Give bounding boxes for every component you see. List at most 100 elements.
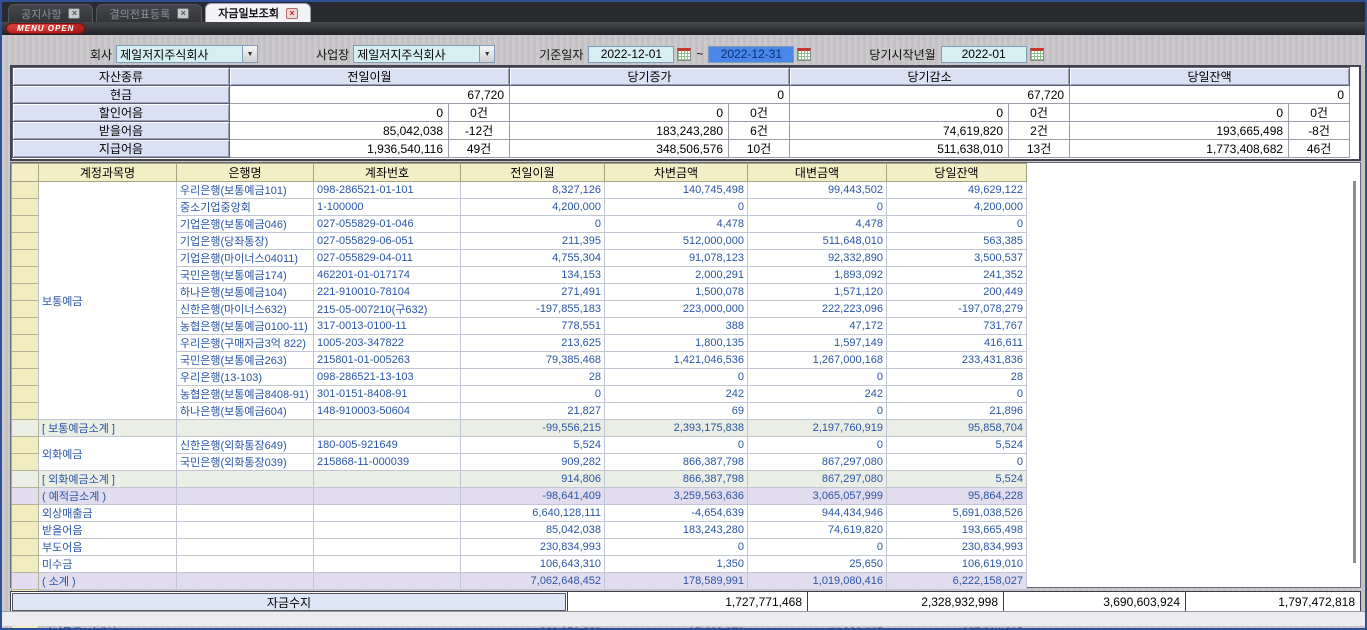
chevron-down-icon[interactable]: ▼: [242, 46, 257, 62]
prev-balance-cell: 7,062,648,452: [461, 573, 605, 590]
grid-row[interactable]: 보통예금우리은행(보통예금101)098-286521-01-1018,327,…: [12, 182, 1027, 199]
bank-name-cell: [177, 539, 314, 556]
bank-name-cell: [177, 556, 314, 573]
summary-row[interactable]: 할인어음00건00건00건00건: [13, 104, 1350, 122]
row-indicator[interactable]: [12, 233, 39, 250]
row-indicator[interactable]: [12, 454, 39, 471]
grid-row[interactable]: ( 예적금소계 )-98,641,4093,259,563,6363,065,0…: [12, 488, 1027, 505]
summary-amount: 193,665,498: [1070, 122, 1289, 140]
prev-balance-cell: 106,643,310: [461, 556, 605, 573]
tab-fund-daily-report[interactable]: 자금일보조회 ×: [205, 3, 311, 22]
close-icon[interactable]: ×: [286, 8, 298, 19]
company-select[interactable]: 제일저지주식회사 ▼: [116, 45, 258, 63]
footer-total-row: 자금수지 1,727,771,468 2,328,932,998 3,690,6…: [10, 591, 1361, 613]
row-indicator[interactable]: [12, 386, 39, 403]
row-indicator[interactable]: [12, 335, 39, 352]
row-indicator[interactable]: [12, 352, 39, 369]
date-to-field[interactable]: 2022-12-31: [708, 46, 794, 63]
debit-amount-cell: 1,421,046,536: [605, 352, 748, 369]
close-icon[interactable]: ×: [177, 8, 189, 19]
account-number-cell: [314, 420, 461, 437]
summary-row-label: 현금: [13, 86, 230, 104]
tab-notice[interactable]: 공지사항 ×: [8, 4, 93, 22]
debit-amount-cell: 91,078,123: [605, 250, 748, 267]
row-indicator[interactable]: [12, 573, 39, 590]
row-indicator[interactable]: [12, 267, 39, 284]
vertical-scrollbar[interactable]: [1353, 181, 1356, 563]
today-balance-cell: 4,200,000: [887, 199, 1027, 216]
bank-name-cell: 농협은행(보통예금0100-11): [177, 318, 314, 335]
credit-amount-cell: 1,571,120: [748, 284, 887, 301]
site-select[interactable]: 제일저지주식회사 ▼: [353, 45, 495, 63]
credit-amount-cell: 0: [748, 437, 887, 454]
summary-row[interactable]: 지급어음1,936,540,11649건348,506,57610건511,63…: [13, 140, 1350, 158]
account-number-cell: [314, 522, 461, 539]
summary-row[interactable]: 현금67,720067,7200: [13, 86, 1350, 104]
grid-row[interactable]: 부도어음230,834,99300230,834,993: [12, 539, 1027, 556]
grid-row[interactable]: [ 외화예금소계 ]914,806866,387,798867,297,0805…: [12, 471, 1027, 488]
period-start-label: 당기시작년월: [869, 46, 935, 63]
prev-balance-cell: 28: [461, 369, 605, 386]
row-indicator[interactable]: [12, 284, 39, 301]
today-balance-cell: 5,691,038,526: [887, 505, 1027, 522]
close-icon[interactable]: ×: [68, 8, 80, 19]
grid-row[interactable]: 외상매출금6,640,128,111-4,654,639944,434,9465…: [12, 505, 1027, 522]
row-indicator[interactable]: [12, 505, 39, 522]
debit-amount-cell: 2,393,175,838: [605, 420, 748, 437]
prev-balance-cell: 134,153: [461, 267, 605, 284]
row-indicator[interactable]: [12, 539, 39, 556]
grid-row[interactable]: [ 보통예금소계 ]-99,556,2152,393,175,8382,197,…: [12, 420, 1027, 437]
summary-amount: 1,936,540,116: [230, 140, 449, 158]
account-name-cell: 외화예금: [39, 437, 177, 471]
grid-row[interactable]: 외화예금신한은행(외화통장649)180-005-9216495,524005,…: [12, 437, 1027, 454]
row-indicator[interactable]: [12, 556, 39, 573]
row-indicator[interactable]: [12, 199, 39, 216]
menu-open-button[interactable]: MENU OPEN: [6, 23, 85, 34]
summary-count: 49건: [449, 140, 510, 158]
row-indicator[interactable]: [12, 301, 39, 318]
tab-voucher-entry[interactable]: 결의전표등록 ×: [96, 4, 202, 22]
row-indicator[interactable]: [12, 250, 39, 267]
today-balance-cell: 193,665,498: [887, 522, 1027, 539]
account-number-cell: 215-05-007210(구632): [314, 301, 461, 318]
grid-row[interactable]: ( 소계 )7,062,648,452178,589,9911,019,080,…: [12, 573, 1027, 590]
row-indicator[interactable]: [12, 437, 39, 454]
account-number-cell: 027-055829-04-011: [314, 250, 461, 267]
prev-balance-cell: 8,327,126: [461, 182, 605, 199]
row-indicator[interactable]: [12, 403, 39, 420]
chevron-down-icon[interactable]: ▼: [479, 46, 494, 62]
account-name-cell: 보통예금: [39, 182, 177, 420]
row-indicator[interactable]: [12, 471, 39, 488]
account-number-cell: 317-0013-0100-11: [314, 318, 461, 335]
calendar-icon[interactable]: [1030, 48, 1044, 61]
debit-amount-cell: 242: [605, 386, 748, 403]
period-start-field[interactable]: 2022-01: [941, 46, 1027, 63]
summary-amount: 0: [1070, 104, 1289, 122]
prev-balance-cell: 4,200,000: [461, 199, 605, 216]
summary-count: 46건: [1289, 140, 1350, 158]
row-indicator[interactable]: [12, 420, 39, 437]
credit-amount-cell: 47,172: [748, 318, 887, 335]
row-indicator[interactable]: [12, 488, 39, 505]
date-from-field[interactable]: 2022-12-01: [588, 46, 674, 63]
credit-amount-cell: 0: [748, 403, 887, 420]
grid-row[interactable]: 미수금106,643,3101,35025,650106,619,010: [12, 556, 1027, 573]
row-indicator[interactable]: [12, 182, 39, 199]
row-indicator[interactable]: [12, 318, 39, 335]
row-indicator[interactable]: [12, 369, 39, 386]
bank-name-cell: 국민은행(보통예금263): [177, 352, 314, 369]
row-indicator[interactable]: [12, 522, 39, 539]
summary-row[interactable]: 받을어음85,042,038-12건183,243,2806건74,619,82…: [13, 122, 1350, 140]
account-name-cell: [ 보통예금소계 ]: [39, 420, 177, 437]
calendar-icon[interactable]: [797, 48, 811, 61]
credit-amount-cell: 2,197,760,919: [748, 420, 887, 437]
bank-name-cell: [177, 522, 314, 539]
row-indicator[interactable]: [12, 216, 39, 233]
summary-amount: 74,619,820: [790, 122, 1009, 140]
account-number-cell: 1-100000: [314, 199, 461, 216]
summary-count: -12건: [449, 122, 510, 140]
grid-row[interactable]: 받을어음85,042,038183,243,28074,619,820193,6…: [12, 522, 1027, 539]
account-number-cell: 215868-11-000039: [314, 454, 461, 471]
summary-row-label: 지급어음: [13, 140, 230, 158]
calendar-icon[interactable]: [677, 48, 691, 61]
